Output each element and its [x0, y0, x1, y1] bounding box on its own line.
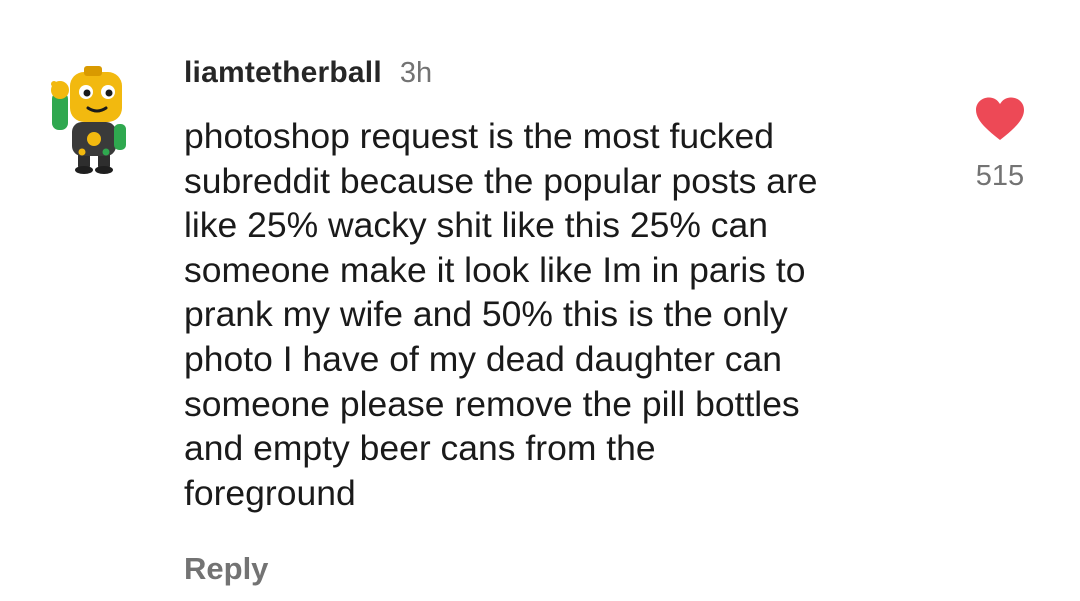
comment: liamtetherball 3h photoshop request is t… [184, 56, 944, 587]
timestamp: 3h [399, 57, 433, 89]
robot-avatar-icon [51, 66, 126, 174]
comment-meta: liamtetherball 3h [184, 56, 944, 100]
like-section: 515 [964, 96, 1036, 193]
heart-icon[interactable] [974, 96, 1026, 142]
reply-button[interactable]: Reply [184, 551, 268, 587]
like-count: 515 [975, 160, 1025, 192]
comment-text: photoshop request is the most fucked sub… [184, 116, 818, 513]
username[interactable]: liamtetherball [184, 56, 382, 90]
avatar[interactable] [48, 66, 138, 176]
